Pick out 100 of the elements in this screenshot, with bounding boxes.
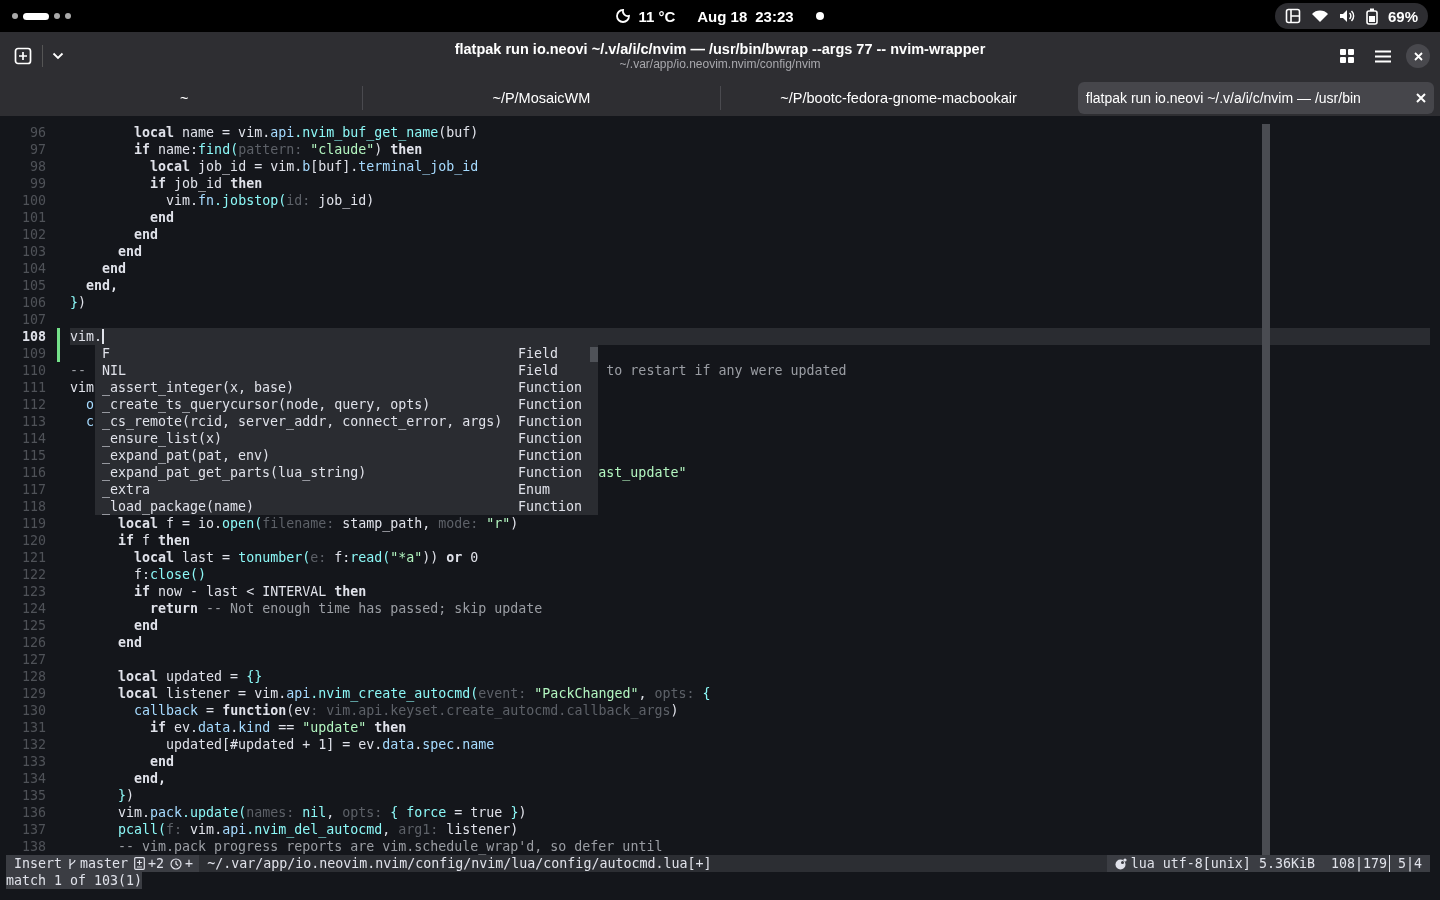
completion-item[interactable]: F Field bbox=[95, 345, 590, 362]
line-number: 116 bbox=[20, 464, 46, 481]
line-number: 123 bbox=[20, 583, 46, 600]
code-text: end bbox=[117, 244, 143, 259]
code-text: pcall(f: vim.api.nvim_del_autocmd, arg1: listener) bbox=[117, 822, 519, 837]
code-text: end, bbox=[133, 771, 167, 786]
code-text: end bbox=[149, 210, 175, 225]
close-icon[interactable] bbox=[1416, 93, 1426, 103]
git-branch: master bbox=[80, 855, 129, 872]
code-text: local name = vim.api.nvim_buf_get_name(buf) bbox=[133, 125, 479, 140]
close-icon bbox=[1413, 51, 1423, 61]
code-text: end bbox=[101, 261, 127, 276]
file-path: ~/.var/app/io.neovim.nvim/config/nvim/lua/config/autocmd.lua[+] bbox=[207, 856, 712, 871]
line-number: 104 bbox=[20, 260, 46, 277]
completion-item[interactable]: _extra Enum bbox=[95, 481, 590, 498]
clock-icon bbox=[170, 857, 183, 870]
completion-item[interactable]: _expand_pat_get_parts(lua_string) Function bbox=[95, 464, 590, 481]
git-branch-icon bbox=[68, 857, 78, 870]
code-text: local job_id = vim.b[buf].terminal_job_id bbox=[149, 159, 479, 174]
code-text: to restart if any were updated bbox=[605, 363, 847, 378]
line-number: 106 bbox=[20, 294, 46, 311]
grid-icon bbox=[1340, 49, 1354, 63]
line-number: 103 bbox=[20, 243, 46, 260]
line-number: 132 bbox=[20, 736, 46, 753]
line-number: 129 bbox=[20, 685, 46, 702]
line-number: 134 bbox=[20, 770, 46, 787]
file-size: 5.36KiB bbox=[1258, 855, 1315, 872]
clock-date: Aug 18 bbox=[697, 7, 748, 25]
code-text: vim bbox=[70, 380, 95, 395]
caret-icon bbox=[52, 52, 64, 60]
line-number: 108 bbox=[20, 328, 46, 345]
workspace-indicator[interactable] bbox=[12, 12, 71, 20]
code-text: end bbox=[149, 754, 175, 769]
line-number: 107 bbox=[20, 311, 46, 328]
completion-item[interactable]: _ensure_list(x) Function bbox=[95, 430, 590, 447]
line-number: 120 bbox=[20, 532, 46, 549]
weather-temperature: 11 °C bbox=[638, 7, 676, 25]
line-number: 110 bbox=[20, 362, 46, 379]
completion-item[interactable]: _create_ts_querycursor(node, query, opts) Function bbox=[95, 396, 590, 413]
line-number: 99 bbox=[29, 175, 46, 192]
line-number: 128 bbox=[20, 668, 46, 685]
line-number: 122 bbox=[20, 566, 46, 583]
window-subtitle: ~/.var/app/io.neovim.nvim/config/nvim bbox=[619, 57, 821, 71]
code-text: if f then bbox=[117, 533, 191, 548]
volume-icon bbox=[1338, 9, 1356, 23]
scrollbar-thumb bbox=[590, 347, 598, 362]
line-number: 138 bbox=[20, 838, 46, 855]
line-number: 102 bbox=[20, 226, 46, 243]
column-position: 5|4 bbox=[1397, 855, 1422, 872]
tab[interactable]: ~ bbox=[6, 82, 363, 114]
code-text: if name:find(pattern: "claude") then bbox=[133, 142, 423, 157]
clock-time: 23:23 bbox=[755, 7, 794, 25]
code-text: if now - last < INTERVAL then bbox=[133, 584, 367, 599]
line-number: 111 bbox=[20, 379, 46, 396]
line-number: 127 bbox=[20, 651, 46, 668]
cursor-position: 108|179 bbox=[1330, 855, 1387, 872]
code-text: ast_update" bbox=[598, 465, 687, 480]
line-number: 124 bbox=[20, 600, 46, 617]
line-number: 136 bbox=[20, 804, 46, 821]
code-text: f:close() bbox=[133, 567, 207, 582]
battery-percentage: 69% bbox=[1387, 7, 1418, 25]
completion-item[interactable]: _expand_pat(pat, env) Function bbox=[95, 447, 590, 464]
line-number: 113 bbox=[20, 413, 46, 430]
layout-icon bbox=[1284, 8, 1301, 24]
code-text: local listener = vim.api.nvim_create_autocmd(event: "PackChanged", opts: { bbox=[117, 686, 711, 701]
close-button[interactable] bbox=[1406, 44, 1430, 68]
code-text: callback = function(ev: vim.api.keyset.create_autocmd.callback_args) bbox=[133, 703, 679, 718]
search-message: match 1 of 103(1) bbox=[6, 872, 143, 889]
code-text: vim. bbox=[70, 329, 103, 344]
file-type: lua bbox=[1130, 855, 1155, 872]
tab[interactable]: ~/P/bootc-fedora-gnome-macbookair bbox=[720, 82, 1077, 114]
tab[interactable]: flatpak run io.neovi ~/.v/a/i/c/nvim — /usr/bin bbox=[1077, 82, 1434, 114]
system-menu[interactable]: 69% bbox=[1274, 3, 1428, 29]
tab[interactable]: ~/P/MosaicWM bbox=[363, 82, 720, 114]
file-diff-icon bbox=[134, 857, 146, 870]
code-text: if ev.data.kind == "update" then bbox=[149, 720, 407, 735]
code-text: vim.pack.update(names: nil, opts: { force = true }) bbox=[117, 805, 527, 820]
code-text: end bbox=[133, 227, 159, 242]
diff-count: +2 bbox=[148, 855, 165, 872]
code-text: end bbox=[133, 618, 159, 633]
code-text: vim.fn.jobstop(id: job_id) bbox=[165, 193, 375, 208]
line-number: 97 bbox=[29, 141, 46, 158]
completion-item[interactable]: _load_package(name) Function bbox=[95, 498, 590, 515]
line-number: 119 bbox=[20, 515, 46, 532]
completion-item[interactable]: NIL Field bbox=[95, 362, 590, 379]
line-number: 117 bbox=[20, 481, 46, 498]
completion-item[interactable]: _assert_integer(x, base) Function bbox=[95, 379, 590, 396]
line-number: 101 bbox=[20, 209, 46, 226]
line-number: 105 bbox=[20, 277, 46, 294]
code-text: local updated = {} bbox=[117, 669, 263, 684]
line-number: 121 bbox=[20, 549, 46, 566]
battery-icon bbox=[1365, 7, 1378, 25]
code-text: c bbox=[85, 414, 95, 429]
line-number: 118 bbox=[20, 498, 46, 515]
notification-dot-icon bbox=[815, 12, 824, 20]
completion-item[interactable]: _cs_remote(rcid, server_addr, connect_error, args) Function bbox=[95, 413, 590, 430]
code-text: }) bbox=[70, 295, 87, 310]
text-cursor bbox=[102, 329, 104, 344]
line-number: 115 bbox=[20, 447, 46, 464]
line-number: 126 bbox=[20, 634, 46, 651]
